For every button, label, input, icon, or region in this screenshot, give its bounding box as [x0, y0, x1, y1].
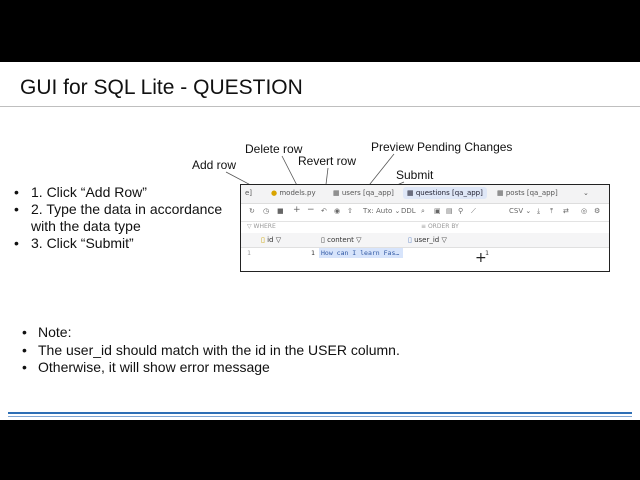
- table-icon: ▦: [497, 189, 504, 197]
- tab-posts[interactable]: ▦ posts [qa_app]: [497, 189, 558, 197]
- note-item: The user_id should match with the id in …: [22, 342, 400, 360]
- filter-icon: ▽: [275, 236, 282, 244]
- revert-row-icon[interactable]: ↶: [321, 207, 327, 215]
- row-number: 1: [247, 249, 251, 257]
- slide-title: GUI for SQL Lite - QUESTION: [20, 76, 303, 99]
- callout-revert-row: Revert row: [298, 154, 357, 168]
- steps-list: 1. Click “Add Row” 2. Type the data in a…: [14, 184, 246, 252]
- search-icon[interactable]: ⌕: [421, 207, 425, 216]
- table-icon: ▦: [407, 189, 414, 197]
- column-header-user-id[interactable]: ▯ user_id ▽: [408, 236, 447, 244]
- view-icon[interactable]: ◎: [581, 207, 587, 215]
- ddl-button[interactable]: DDL: [401, 207, 416, 215]
- settings-icon[interactable]: ⚙: [594, 207, 600, 215]
- transpose-icon[interactable]: ⇄: [563, 207, 569, 215]
- filter-icon: ▽: [356, 236, 362, 244]
- python-icon: ●: [271, 189, 278, 197]
- history-icon[interactable]: ◷: [263, 207, 269, 215]
- sort-icon: ≡: [421, 223, 427, 230]
- tab-questions[interactable]: ▦ questions [qa_app]: [403, 187, 487, 199]
- footer-rule: [8, 412, 632, 414]
- table-row[interactable]: 1 1 How can I learn Fas… 1: [241, 247, 609, 259]
- column-header-id[interactable]: ▯ id ▽: [261, 236, 281, 244]
- note-item: Otherwise, it will show error message: [22, 359, 400, 377]
- preview-changes-icon[interactable]: ◉: [334, 207, 340, 215]
- callout-delete-row: Delete row: [245, 142, 303, 156]
- add-row-icon[interactable]: +: [293, 205, 301, 215]
- cell-id[interactable]: 1: [311, 249, 315, 257]
- step-item: 3. Click “Submit”: [14, 235, 246, 252]
- callout-add-row: Add row: [192, 158, 237, 172]
- order-by-filter[interactable]: ≡ ORDER BY: [421, 223, 459, 230]
- key-icon: ▯: [261, 236, 265, 244]
- column-header-content[interactable]: ▯ content ▽: [321, 236, 362, 244]
- slide: GUI for SQL Lite - QUESTION Add row Dele…: [0, 62, 640, 420]
- filter-icon: ▽: [247, 223, 252, 230]
- export-format-select[interactable]: CSV ⌄: [509, 207, 531, 215]
- callout-submit: Submit: [396, 168, 434, 182]
- ide-screenshot: e] ● models.py ▦ users [qa_app] ▦ questi…: [240, 184, 610, 272]
- title-divider: [0, 106, 640, 107]
- note-item: Note:: [22, 324, 400, 342]
- footer-rule-thin: [8, 416, 632, 417]
- tab-users[interactable]: ▦ users [qa_app]: [333, 189, 394, 197]
- chart-icon[interactable]: ⟋: [471, 207, 476, 216]
- download-icon[interactable]: ⤓: [537, 207, 540, 216]
- editor-tab-bar: e] ● models.py ▦ users [qa_app] ▦ questi…: [241, 185, 609, 204]
- column-icon: ▯: [321, 236, 325, 244]
- tab-menu-icon[interactable]: ⌄: [583, 189, 589, 197]
- stop-icon[interactable]: ■: [277, 207, 284, 215]
- table-icon: ▦: [333, 189, 340, 197]
- delete-row-icon[interactable]: −: [307, 205, 315, 215]
- tab-models[interactable]: ● models.py: [271, 189, 316, 197]
- grid-header: ▯ id ▽ ▯ content ▽ ▯ user_id ▽: [241, 233, 609, 248]
- compare-icon[interactable]: ▣: [434, 207, 441, 215]
- cell-content[interactable]: How can I learn Fas…: [319, 248, 403, 258]
- tx-mode-select[interactable]: Tx: Auto ⌄: [363, 207, 400, 215]
- refresh-icon[interactable]: ↻: [249, 207, 255, 215]
- notes-list: Note: The user_id should match with the …: [22, 324, 400, 377]
- tab-partial[interactable]: e]: [245, 189, 252, 197]
- where-filter[interactable]: ▽ WHERE: [247, 223, 276, 230]
- crosshair-cursor-icon: +: [475, 250, 487, 266]
- upload-icon[interactable]: ⤒: [550, 207, 553, 216]
- foreign-key-icon: ▯: [408, 236, 412, 244]
- pin-icon[interactable]: ⚲: [458, 207, 463, 215]
- filter-icon: ▽: [441, 236, 447, 244]
- data-toolbar: ↻ ◷ ■ + − ↶ ◉ ⇧ Tx: Auto ⌄ DDL ⌕ ▣ ▤ ⚲ ⟋…: [241, 203, 609, 222]
- callout-preview-changes: Preview Pending Changes: [371, 140, 513, 154]
- filter-icon[interactable]: ▤: [446, 207, 453, 215]
- step-item: 2. Type the data in accordance with the …: [14, 201, 246, 235]
- submit-icon[interactable]: ⇧: [347, 207, 353, 215]
- step-item: 1. Click “Add Row”: [14, 184, 246, 201]
